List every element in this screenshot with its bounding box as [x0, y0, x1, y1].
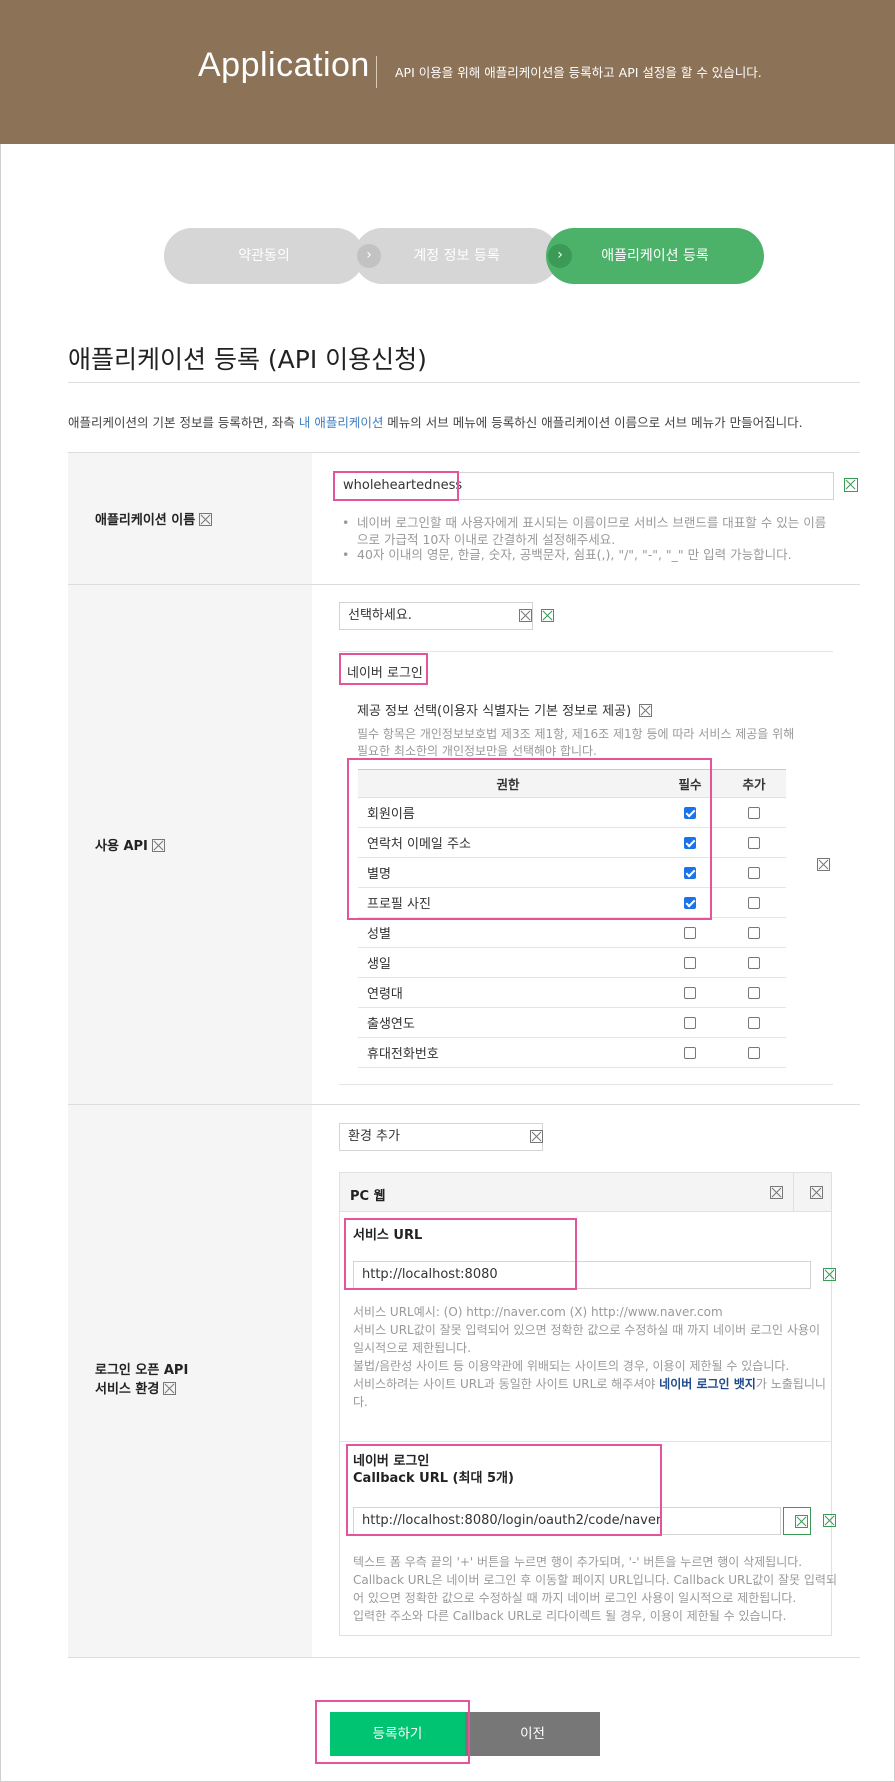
- header-divider: [376, 56, 377, 88]
- broken-image-icon: [844, 478, 858, 492]
- optional-checkbox[interactable]: [748, 836, 760, 849]
- chevron-right-icon: ›: [548, 244, 572, 268]
- broken-image-icon: [519, 609, 532, 622]
- api-select[interactable]: 선택하세요.: [339, 602, 533, 630]
- desc-text: 애플리케이션의 기본 정보를 등록하면, 좌측: [68, 415, 299, 430]
- optional-checkbox[interactable]: [748, 806, 760, 819]
- optional-checkbox[interactable]: [748, 926, 760, 939]
- pc-web-header: PC 웹: [339, 1172, 832, 1212]
- permission-name: 연령대: [358, 977, 658, 1008]
- optional-checkbox[interactable]: [748, 1046, 760, 1059]
- table-row: 출생연도: [358, 1007, 786, 1038]
- required-cell: [658, 917, 722, 948]
- permission-name: 성별: [358, 917, 658, 948]
- optional-cell: [722, 977, 786, 1008]
- broken-image-icon: [541, 609, 554, 622]
- pc-web-title: PC 웹: [350, 1189, 386, 1204]
- optional-checkbox[interactable]: [748, 896, 760, 909]
- optional-cell: [722, 1007, 786, 1038]
- info-desc-2: 필요한 최소한의 개인정보만을 선택해야 합니다.: [357, 744, 597, 758]
- optional-cell: [722, 1037, 786, 1068]
- optional-checkbox[interactable]: [748, 956, 760, 969]
- required-checkbox[interactable]: [684, 986, 696, 999]
- app-name-hint-1a: 네이버 로그인할 때 사용자에게 표시되는 이름이므로 서비스 브랜드를 대표할…: [357, 515, 827, 530]
- page-heading: Application: [198, 46, 370, 84]
- required-cell: [658, 1007, 722, 1038]
- required-checkbox[interactable]: [684, 1016, 696, 1029]
- required-checkbox[interactable]: [684, 956, 696, 969]
- divider: [339, 1084, 833, 1085]
- highlight-box: [315, 1700, 470, 1764]
- broken-image-icon: [823, 1268, 836, 1281]
- header-description: API 이용을 위해 애플리케이션을 등록하고 API 설정을 할 수 있습니다…: [395, 65, 762, 80]
- info-title: 제공 정보 선택(이용자 식별자는 기본 정보로 제공): [357, 700, 653, 719]
- hint-bullet: •: [342, 547, 350, 562]
- broken-image-icon: [530, 1130, 543, 1143]
- api-label: 사용 API: [95, 835, 165, 854]
- info-desc-1: 필수 항목은 개인정보보호법 제3조 제1항, 제16조 제1항 등에 따라 서…: [357, 727, 795, 741]
- optional-checkbox[interactable]: [748, 1016, 760, 1029]
- highlight-box: [339, 653, 428, 685]
- required-cell: [658, 947, 722, 978]
- divider: [68, 382, 860, 383]
- broken-image-icon: [151, 839, 165, 852]
- optional-cell: [722, 917, 786, 948]
- required-cell: [658, 1037, 722, 1068]
- col-header-optional: 추가: [722, 769, 786, 798]
- env-label: 로그인 오픈 API 서비스 환경: [95, 1363, 189, 1397]
- permission-name: 생일: [358, 947, 658, 978]
- required-cell: [658, 977, 722, 1008]
- highlight-box: [344, 1218, 577, 1290]
- optional-cell: [722, 827, 786, 858]
- required-checkbox[interactable]: [684, 926, 696, 939]
- broken-image-icon: [163, 1382, 177, 1395]
- broken-image-icon: [817, 858, 830, 871]
- section-title: 애플리케이션 등록 (API 이용신청): [68, 345, 427, 374]
- broken-image-icon: [639, 704, 653, 717]
- my-applications-link[interactable]: 내 애플리케이션: [299, 415, 383, 430]
- optional-cell: [722, 947, 786, 978]
- previous-button[interactable]: 이전: [465, 1712, 600, 1756]
- chevron-right-icon: ›: [357, 244, 381, 268]
- app-name-label: 애플리케이션 이름: [95, 509, 213, 528]
- divider: [339, 651, 833, 652]
- broken-image-icon: [199, 513, 213, 526]
- required-checkbox[interactable]: [684, 1046, 696, 1059]
- optional-cell: [722, 857, 786, 888]
- highlight-box: [346, 1444, 662, 1536]
- broken-image-icon[interactable]: [770, 1186, 783, 1199]
- step-app-register: 애플리케이션 등록: [546, 228, 764, 284]
- remove-row-button[interactable]: [783, 1507, 811, 1535]
- step-account: 계정 정보 등록: [354, 228, 559, 284]
- optional-cell: [722, 797, 786, 828]
- highlight-box: [347, 758, 712, 920]
- table-row: 성별: [358, 917, 786, 948]
- permission-name: 출생연도: [358, 1007, 658, 1038]
- highlight-box: [333, 471, 459, 501]
- broken-image-icon[interactable]: [810, 1186, 823, 1199]
- table-row: 연령대: [358, 977, 786, 1008]
- service-url-hints: 서비스 URL예시: (O) http://naver.com (X) http…: [353, 1305, 826, 1409]
- desc-text: 메뉴의 서브 메뉴에 등록하신 애플리케이션 이름으로 서브 메뉴가 만들어집니…: [383, 415, 803, 430]
- progress-steps: 약관동의 계정 정보 등록 애플리케이션 등록 › ›: [164, 228, 764, 284]
- divider: [339, 1441, 832, 1442]
- optional-cell: [722, 887, 786, 918]
- app-name-hint-2: 40자 이내의 영문, 한글, 숫자, 공백문자, 쉼표(,), "/", "-…: [357, 547, 792, 562]
- optional-checkbox[interactable]: [748, 866, 760, 879]
- table-row: 생일: [358, 947, 786, 978]
- divider: [793, 1173, 794, 1211]
- add-env-select[interactable]: 환경 추가: [339, 1123, 543, 1151]
- step-terms: 약관동의: [164, 228, 364, 284]
- header-banner: Application API 이용을 위해 애플리케이션을 등록하고 API …: [0, 0, 895, 144]
- permission-name: 휴대전화번호: [358, 1037, 658, 1068]
- optional-checkbox[interactable]: [748, 986, 760, 999]
- hint-bullet: •: [342, 515, 350, 530]
- section-description: 애플리케이션의 기본 정보를 등록하면, 좌측 내 애플리케이션 메뉴의 서브 …: [68, 412, 803, 431]
- table-row: 휴대전화번호: [358, 1037, 786, 1068]
- broken-image-icon: [823, 1514, 836, 1527]
- callback-url-hints: 텍스트 폼 우측 끝의 '+' 버튼을 누르면 행이 추가되며, '-' 버튼을…: [353, 1555, 837, 1623]
- broken-image-icon: [795, 1515, 808, 1528]
